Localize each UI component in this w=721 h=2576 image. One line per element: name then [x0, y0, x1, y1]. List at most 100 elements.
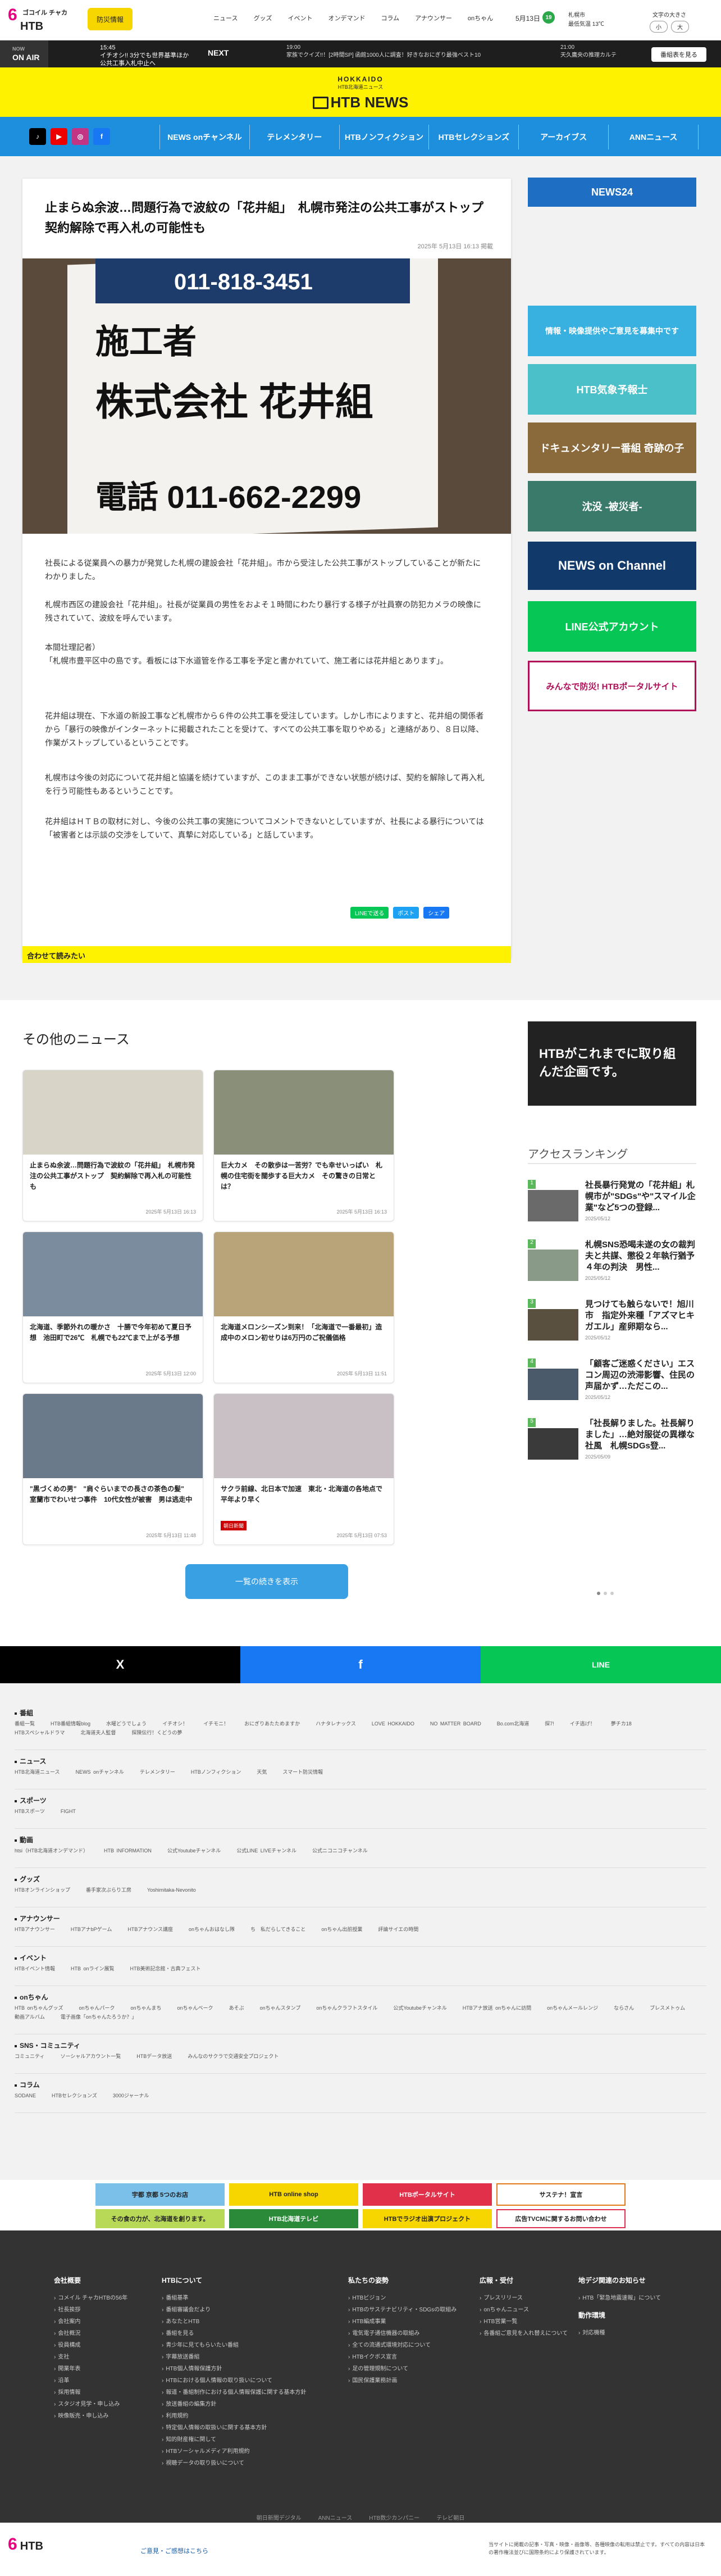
footer-link[interactable]: 社長挨拶 — [54, 2305, 127, 2313]
sitemap-link[interactable]: ソーシャルアカウント一覧 — [60, 2052, 121, 2061]
sitemap-link[interactable]: イチ逃げ！ — [570, 1719, 595, 1728]
sitemap-link[interactable]: Yoshimitaka-Nevonito — [147, 1886, 196, 1894]
sitemap-link[interactable]: SODANE — [15, 2091, 36, 2100]
footer-link[interactable]: 支社 — [54, 2352, 127, 2360]
gnav-news[interactable]: ニュース — [213, 13, 238, 22]
sitemap-category[interactable]: 番組 — [15, 1708, 33, 1718]
sitemap-link[interactable]: onちゃんまち — [131, 2003, 162, 2012]
sitemap-link[interactable]: 番手家次ぶらり工房 — [86, 1886, 131, 1894]
ad-banner[interactable]: サステナ！宣言 — [496, 2183, 626, 2206]
banner-news24[interactable]: NEWS24 — [528, 178, 696, 207]
htb-projects-banner[interactable]: HTBがこれまでに取り組んだ企画です。 — [528, 1021, 696, 1106]
footer-link[interactable]: HTBビジョン — [348, 2293, 457, 2301]
sitemap-link[interactable]: HTB INFORMATION — [104, 1846, 152, 1855]
gnav-onchan[interactable]: onちゃん — [468, 13, 493, 22]
sitemap-category[interactable]: コラム — [15, 2080, 40, 2089]
gnav-ondemand[interactable]: オンデマンド — [328, 13, 365, 22]
sitemap-link[interactable]: NEWS onチャンネル — [76, 1768, 124, 1777]
facebook-share-button[interactable]: シェア — [423, 907, 450, 919]
footer-link[interactable]: HTBのサステナビリティ・SDGsの取組み — [348, 2305, 457, 2313]
sitemap-category[interactable]: スポーツ — [15, 1796, 47, 1805]
sitemap-link[interactable]: 公式ニコニコチャンネル — [312, 1846, 368, 1855]
fontsize-small-button[interactable]: 小 — [650, 21, 668, 33]
footer-link[interactable]: 電気電子通信機器の取組み — [348, 2328, 457, 2337]
feedback-link[interactable]: ご意見・ご感想はこちら — [140, 2546, 208, 2555]
sitemap-link[interactable]: htsi（HTB北海道オンデマンド） — [15, 1846, 88, 1855]
footer-logo[interactable]: 6 HTB — [8, 2535, 43, 2554]
htb-news-logo[interactable]: HOKKAIDO HTB北海道ニュース HTB NEWS — [312, 75, 409, 115]
nav-news-channel[interactable]: NEWS onチャンネル — [159, 125, 249, 149]
banner-kiseki[interactable]: ドキュメンタリー番組 奇跡の子 — [528, 422, 696, 473]
footer-link[interactable]: HTBイクボス宣言 — [348, 2352, 457, 2360]
youtube-icon[interactable]: ▶ — [51, 128, 67, 145]
footer-link[interactable]: 番組を見る — [162, 2328, 306, 2337]
sitemap-link[interactable]: HTB onちゃんグッズ — [15, 2003, 63, 2012]
sitemap-link[interactable]: NO MATTER BOARD — [430, 1719, 481, 1728]
sitemap-link[interactable]: HTB北海道ニュース — [15, 1768, 60, 1777]
ranking-item[interactable]: 5 「社長解りました。社長解りました」…絶対服従の異様な社風 札幌SDGs登...… — [528, 1418, 696, 1463]
sitemap-link[interactable]: コミュニティ — [15, 2052, 44, 2061]
gnav-announcer[interactable]: アナウンサー — [415, 13, 452, 22]
footer-link[interactable]: 国民保護業務計画 — [348, 2375, 457, 2384]
facebook-icon[interactable]: f — [93, 128, 110, 145]
sitemap-category[interactable]: ニュース — [15, 1756, 46, 1766]
ranking-item[interactable]: 3 見つけても触らないで！旭川市 指定外来種「アズマヒキガエル」産卵期なら... 2… — [528, 1299, 696, 1344]
footer-link[interactable]: 朝日新聞デジタル — [257, 2513, 302, 2522]
footer-link[interactable]: 全ての流通式環境対応について — [348, 2340, 457, 2348]
footer-link[interactable]: 利用規約 — [162, 2411, 306, 2419]
ad-banner[interactable]: HTBポータルサイト — [363, 2183, 492, 2206]
sitemap-category[interactable]: SNS・コミュニティ — [15, 2041, 80, 2050]
banner-chinbotsu[interactable]: 沈没 -被災者- — [528, 481, 696, 531]
line-share-button[interactable]: LINEで送る — [350, 907, 389, 919]
share-x-button[interactable]: X — [0, 1646, 240, 1683]
sitemap-link[interactable]: おにぎりあたためますか — [244, 1719, 300, 1728]
sitemap-link[interactable]: イチモニ！ — [203, 1719, 229, 1728]
footer-link[interactable]: HTB編成事業 — [348, 2316, 457, 2325]
sitemap-link[interactable]: 評論サイエの時間 — [378, 1925, 418, 1934]
gnav-event[interactable]: イベント — [288, 13, 312, 22]
footer-link[interactable]: HTB数少カンパニー — [369, 2513, 419, 2522]
sitemap-link[interactable]: ハナタレナックス — [316, 1719, 356, 1728]
news-card[interactable]: 北海道メロンシーズン到来！「北海道で一番最初」造成中のメロン初せりは6万円のご祝… — [213, 1232, 394, 1383]
sitemap-link[interactable]: HTBノンフィクション — [191, 1768, 241, 1777]
sitemap-link[interactable]: 天気 — [257, 1768, 267, 1777]
sitemap-link[interactable]: 電子画像「onちゃんたろうか？」 — [61, 2012, 136, 2021]
instagram-icon[interactable]: ◎ — [72, 128, 89, 145]
footer-link[interactable]: 報道・番組制作における個人情報保護に関する基本方針 — [162, 2387, 306, 2396]
sitemap-link[interactable]: LOVE HOKKAIDO — [372, 1719, 414, 1728]
timetable-button[interactable]: 番組表を見る — [651, 47, 706, 62]
sitemap-link[interactable]: 3000ジャーナル — [113, 2091, 149, 2100]
ad-banner[interactable]: 広告TVCMに関するお問い合わせ — [496, 2209, 626, 2228]
disaster-info-button[interactable]: 防災情報 — [88, 8, 133, 30]
footer-link[interactable]: 採用情報 — [54, 2387, 127, 2396]
news-card[interactable]: 止まらぬ余波…問題行為で波紋の「花井組」 札幌市発注の公共工事がストップ 契約解… — [22, 1070, 203, 1221]
footer-link[interactable]: 沿革 — [54, 2375, 127, 2384]
nav-selections[interactable]: HTBセレクションズ — [428, 125, 518, 149]
sitemap-category[interactable]: アナウンサー — [15, 1914, 60, 1923]
sitemap-category[interactable]: イベント — [15, 1953, 47, 1962]
sitemap-link[interactable]: スマート防災情報 — [282, 1768, 323, 1777]
next2-program[interactable]: 21:00 天久鷹央の推理カルテ — [560, 44, 656, 60]
sitemap-link[interactable]: HTBアナウンサー — [15, 1925, 55, 1934]
news-card[interactable]: サクラ前線、北日本で加速 東北・北海道の各地点で平年より早く 朝日新聞 2025… — [213, 1393, 394, 1545]
nav-telementary[interactable]: テレメンタリー — [249, 125, 339, 149]
footer-link[interactable]: 開業年表 — [54, 2364, 127, 2372]
footer-link[interactable]: 会社案内 — [54, 2316, 127, 2325]
footer-link[interactable]: 番組基準 — [162, 2293, 306, 2301]
footer-link[interactable]: 会社概況 — [54, 2328, 127, 2337]
footer-link[interactable]: 各番組ご意見を入れ替えについて — [480, 2328, 568, 2337]
sitemap-link[interactable]: 北海道夫人監督 — [80, 1728, 116, 1737]
footer-link[interactable]: スタジオ見学・申し込み — [54, 2399, 127, 2407]
gnav-column[interactable]: コラム — [381, 13, 399, 22]
sitemap-category[interactable]: onちゃん — [15, 1992, 48, 2002]
sitemap-link[interactable]: FIGHT — [61, 1807, 76, 1816]
footer-link[interactable]: あなたとHTB — [162, 2316, 306, 2325]
sitemap-link[interactable]: ブレスメトゥム — [650, 2003, 685, 2012]
footer-link[interactable]: 映像販売・申し込み — [54, 2411, 127, 2419]
footer-link[interactable]: ANNニュース — [318, 2513, 353, 2522]
banner-info-request[interactable]: 情報・映像提供やご意見を募集中です — [528, 306, 696, 356]
ad-banner[interactable]: HTB online shop — [229, 2183, 358, 2206]
sitemap-link[interactable]: HTBスペシャルドラマ — [15, 1728, 65, 1737]
banner-news-on-channel[interactable]: NEWS on Channel — [528, 542, 696, 590]
footer-link[interactable]: HTBソーシャルメディア利用規約 — [162, 2446, 306, 2455]
